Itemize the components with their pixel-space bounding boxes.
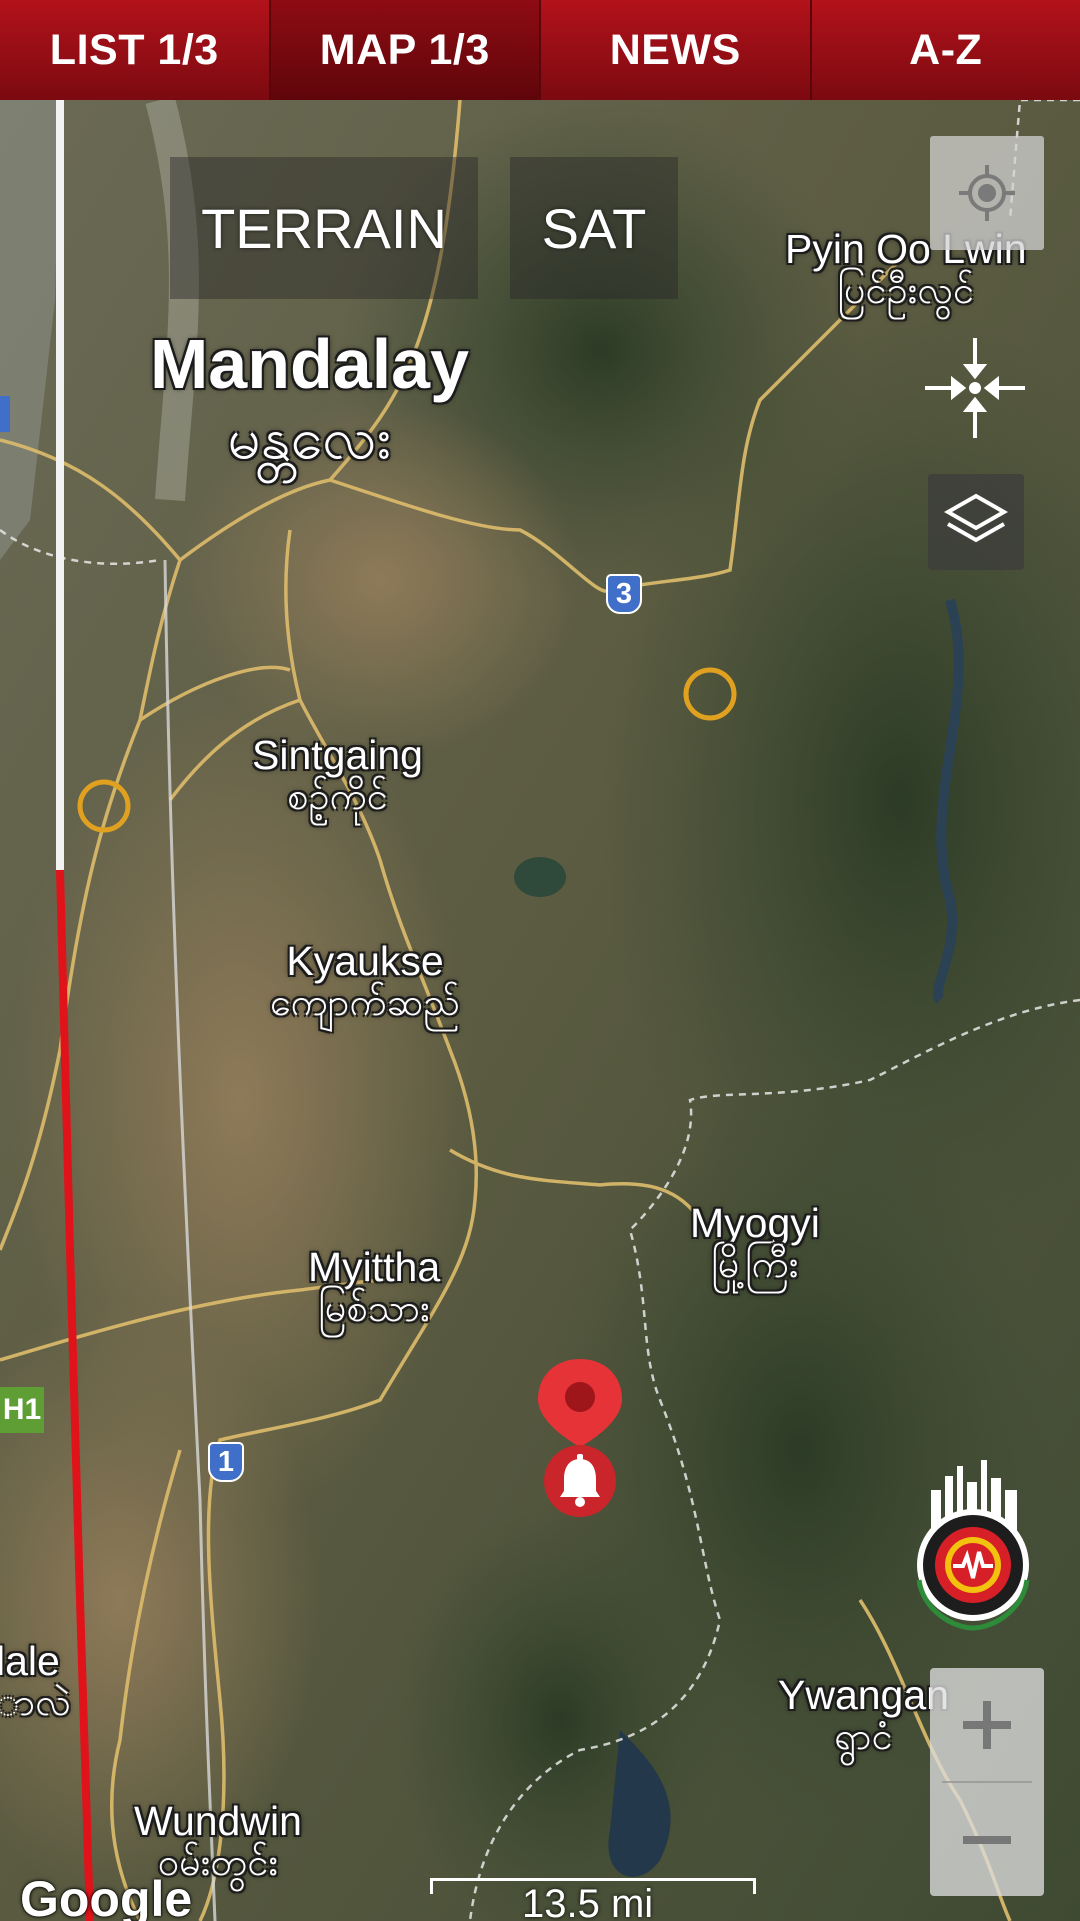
- my-location-button[interactable]: [930, 136, 1044, 250]
- top-tab-bar: LIST 1/3 MAP 1/3 NEWS A-Z: [0, 0, 1080, 100]
- map-scale: 13.5 mi: [430, 1860, 760, 1921]
- place-label-myittha: Myittha မြစ်သား: [308, 1244, 441, 1331]
- place-name-en: Myittha: [308, 1244, 441, 1290]
- scale-label: 13.5 mi: [522, 1882, 654, 1921]
- place-name-en: Mandalay: [150, 325, 469, 403]
- place-label-nale: lale ာလဲ: [0, 1638, 71, 1725]
- place-label-mandalay: Mandalay မန္တလေး: [150, 325, 469, 472]
- tab-a-z[interactable]: A-Z: [811, 0, 1080, 100]
- zoom-controls: [930, 1668, 1044, 1896]
- map-view[interactable]: TERRAIN SAT Mandalay မန္တလေး Pyin Oo Lwi…: [0, 100, 1080, 1921]
- layers-button[interactable]: [928, 474, 1024, 570]
- satellite-button[interactable]: SAT: [510, 157, 678, 299]
- zoom-out-button[interactable]: [930, 1783, 1044, 1896]
- place-name-my: ရွာငံ: [834, 1714, 893, 1759]
- place-label-myogyi: Myogyi မြို့ကြီး: [690, 1200, 820, 1287]
- route-shield-3: 3: [606, 574, 642, 614]
- zoom-in-button[interactable]: [930, 1668, 1044, 1781]
- place-name-my: ကျောက်ဆည်: [270, 980, 461, 1025]
- google-attribution[interactable]: Google: [20, 1870, 192, 1921]
- place-name-en: Sintgaing: [252, 732, 423, 778]
- place-name-en: Myogyi: [690, 1200, 820, 1246]
- epicenter-marker[interactable]: [530, 1355, 630, 1525]
- route-shield-h1: H1: [0, 1387, 44, 1433]
- terrain-button[interactable]: TERRAIN: [170, 157, 478, 299]
- place-name-my: စဉ့်ကိုင်: [287, 774, 388, 819]
- earthquake-logo: [916, 1460, 1030, 1631]
- place-name-en: Kyaukse: [286, 938, 444, 984]
- place-name-my: ာလဲ: [0, 1680, 71, 1725]
- place-label-ywangan: Ywangan ရွာငံ: [778, 1672, 949, 1759]
- place-name-my: မြစ်သား: [318, 1286, 430, 1331]
- route-shield-1: 1: [208, 1442, 244, 1482]
- recenter-icon: [925, 338, 1025, 438]
- map-pin-icon: [538, 1359, 622, 1517]
- layers-icon: [944, 493, 1008, 543]
- minus-icon: [963, 1835, 1011, 1844]
- tab-list[interactable]: LIST 1/3: [0, 0, 271, 100]
- place-label-kyaukse: Kyaukse ကျောက်ဆည်: [270, 938, 461, 1025]
- place-name-my: မြို့ကြီး: [711, 1242, 799, 1287]
- crosshair-icon: [959, 165, 1015, 221]
- place-name-en: lale: [0, 1638, 60, 1684]
- tab-map[interactable]: MAP 1/3: [270, 0, 541, 100]
- place-label-sintgaing: Sintgaing စဉ့်ကိုင်: [252, 732, 423, 819]
- earthquake-prophecy-logo: [903, 1460, 1043, 1640]
- place-name-en: Wundwin: [134, 1798, 302, 1844]
- place-name-en: Ywangan: [778, 1672, 949, 1718]
- place-name-my: မန္တလေး: [227, 403, 392, 472]
- tab-news[interactable]: NEWS: [541, 0, 812, 100]
- recenter-button[interactable]: [925, 338, 1025, 438]
- place-name-my: ပြင်ဦးလွင်: [837, 268, 975, 313]
- plus-icon: [963, 1700, 1011, 1749]
